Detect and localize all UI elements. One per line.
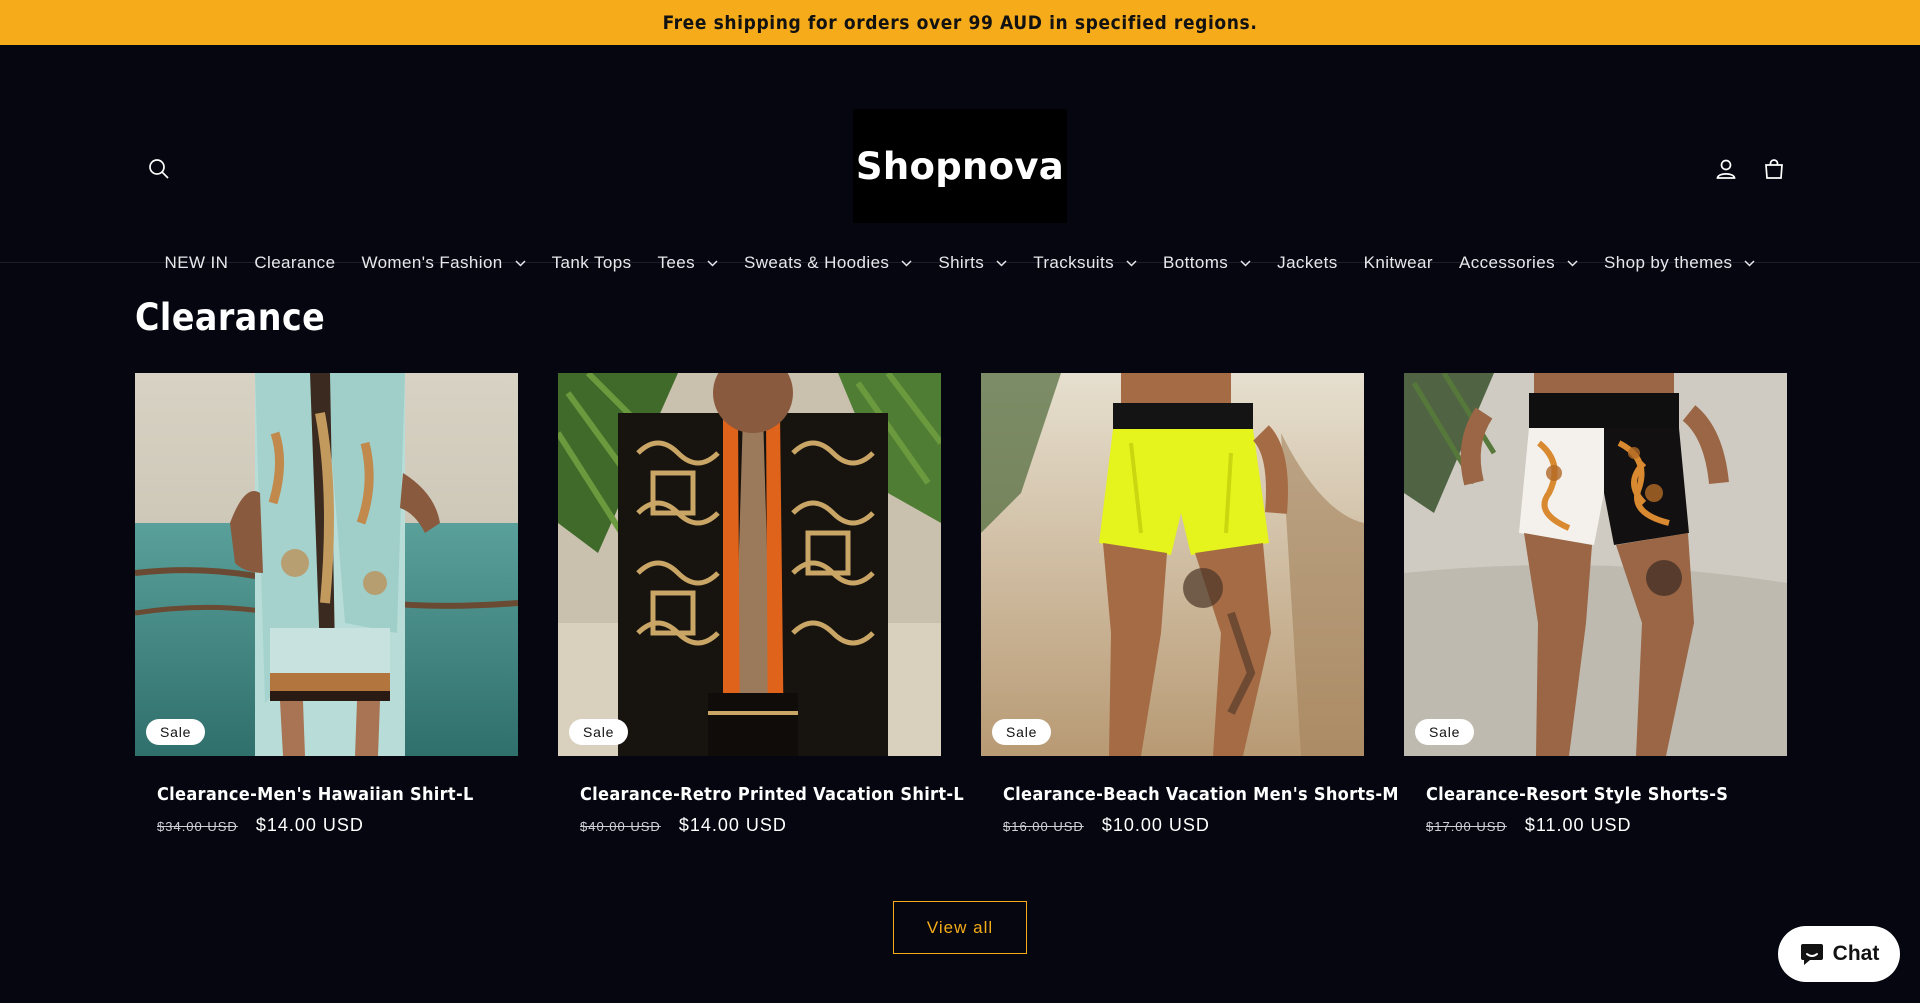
price-row: $16.00 USD $10.00 USD: [981, 815, 1364, 836]
nav-item-label: Women's Fashion: [361, 253, 503, 272]
product-card[interactable]: Sale Clearance-Beach Vacation Men's Shor…: [981, 373, 1398, 836]
regular-price: $40.00 USD: [580, 819, 661, 834]
nav-item-label: Tees: [657, 253, 696, 272]
store-logo[interactable]: Shopnova: [853, 109, 1067, 223]
search-icon: [149, 159, 169, 179]
sale-badge: Sale: [1415, 719, 1475, 745]
sale-price: $14.00 USD: [255, 815, 364, 835]
chat-bubble-icon: [1800, 944, 1823, 965]
product-image[interactable]: Sale: [1404, 373, 1787, 756]
product-title[interactable]: Clearance-Resort Style Shorts-S: [1404, 784, 1787, 805]
nav-item-tank-tops[interactable]: Tank Tops: [539, 245, 645, 281]
nav-item-womens-fashion[interactable]: Women's Fashion: [348, 245, 538, 281]
nav-item-tracksuits[interactable]: Tracksuits: [1020, 245, 1150, 281]
sale-badge: Sale: [992, 719, 1052, 745]
nav-item-label: NEW IN: [164, 253, 229, 272]
nav-item-shirts[interactable]: Shirts: [925, 245, 1020, 281]
product-grid: Sale Clearance-Men's Hawaiian Shirt-L $3…: [135, 373, 1787, 836]
sale-badge: Sale: [146, 719, 206, 745]
chevron-down-icon: [1744, 259, 1755, 267]
neon-shorts-photo: [981, 373, 1364, 756]
regular-price: $16.00 USD: [1003, 819, 1084, 834]
product-image[interactable]: Sale: [981, 373, 1364, 756]
retro-shirt-photo: [558, 373, 941, 756]
account-icon: [1716, 159, 1736, 179]
nav-item-label: Jackets: [1277, 253, 1338, 272]
section-title: Clearance: [135, 296, 326, 339]
nav-item-jackets[interactable]: Jackets: [1264, 245, 1350, 281]
nav-item-label: Tank Tops: [551, 253, 632, 272]
nav-item-label: Sweats & Hoodies: [744, 253, 890, 272]
price-row: $34.00 USD $14.00 USD: [135, 815, 518, 836]
site-header: Shopnova NEW IN Clearance Women's Fashio…: [0, 45, 1920, 272]
chevron-down-icon: [901, 259, 912, 267]
price-row: $17.00 USD $11.00 USD: [1404, 815, 1787, 836]
sale-price: $10.00 USD: [1101, 815, 1210, 835]
product-title[interactable]: Clearance-Beach Vacation Men's Shorts-M: [981, 784, 1398, 805]
regular-price: $34.00 USD: [157, 819, 238, 834]
product-image[interactable]: Sale: [558, 373, 941, 756]
logo-text: Shopnova: [855, 144, 1065, 188]
product-title[interactable]: Clearance-Retro Printed Vacation Shirt-L: [558, 784, 964, 805]
sale-badge: Sale: [569, 719, 629, 745]
chevron-down-icon: [1126, 259, 1137, 267]
product-card[interactable]: Sale Clearance-Resort Style Shorts-S $17…: [1404, 373, 1787, 836]
account-button[interactable]: [1704, 147, 1748, 191]
regular-price: $17.00 USD: [1426, 819, 1507, 834]
chevron-down-icon: [515, 259, 526, 267]
search-button[interactable]: [137, 147, 181, 191]
nav-item-knitwear[interactable]: Knitwear: [1351, 245, 1446, 281]
announcement-text: Free shipping for orders over 99 AUD in …: [662, 11, 1258, 34]
hawaiian-shirt-photo: [135, 373, 518, 756]
nav-item-label: Accessories: [1458, 253, 1555, 272]
nav-item-label: Shop by themes: [1604, 253, 1733, 272]
chevron-down-icon: [1567, 259, 1578, 267]
nav-item-sweats-hoodies[interactable]: Sweats & Hoodies: [731, 245, 925, 281]
nav-item-accessories[interactable]: Accessories: [1446, 245, 1591, 281]
nav-item-label: Tracksuits: [1033, 253, 1115, 272]
nav-item-tees[interactable]: Tees: [645, 245, 732, 281]
nav-item-clearance[interactable]: Clearance: [241, 245, 348, 281]
nav-item-bottoms[interactable]: Bottoms: [1150, 245, 1264, 281]
chevron-down-icon: [996, 259, 1007, 267]
sale-price: $11.00 USD: [1524, 815, 1632, 835]
main-navigation: NEW IN Clearance Women's Fashion Tank To…: [0, 245, 1920, 281]
nav-item-label: Bottoms: [1163, 253, 1229, 272]
resort-shorts-photo: [1404, 373, 1787, 756]
chevron-down-icon: [1240, 259, 1251, 267]
nav-item-new-in[interactable]: NEW IN: [152, 245, 242, 281]
chevron-down-icon: [707, 259, 718, 267]
view-all-button[interactable]: View all: [893, 901, 1027, 954]
chat-label: Chat: [1832, 942, 1880, 965]
product-card[interactable]: Sale Clearance-Men's Hawaiian Shirt-L $3…: [135, 373, 518, 836]
nav-item-label: Knitwear: [1363, 253, 1433, 272]
product-image[interactable]: Sale: [135, 373, 518, 756]
chat-button[interactable]: Chat: [1778, 926, 1900, 982]
sale-price: $14.00 USD: [678, 815, 787, 835]
product-card[interactable]: Sale Clearance-Retro Printed Vacation Sh…: [558, 373, 964, 836]
cart-button[interactable]: [1752, 147, 1796, 191]
nav-item-label: Clearance: [254, 253, 336, 272]
product-title[interactable]: Clearance-Men's Hawaiian Shirt-L: [135, 784, 518, 805]
cart-icon: [1765, 159, 1783, 179]
nav-item-shop-by-themes[interactable]: Shop by themes: [1591, 245, 1768, 281]
announcement-bar: Free shipping for orders over 99 AUD in …: [0, 0, 1920, 45]
price-row: $40.00 USD $14.00 USD: [558, 815, 941, 836]
nav-item-label: Shirts: [938, 253, 985, 272]
